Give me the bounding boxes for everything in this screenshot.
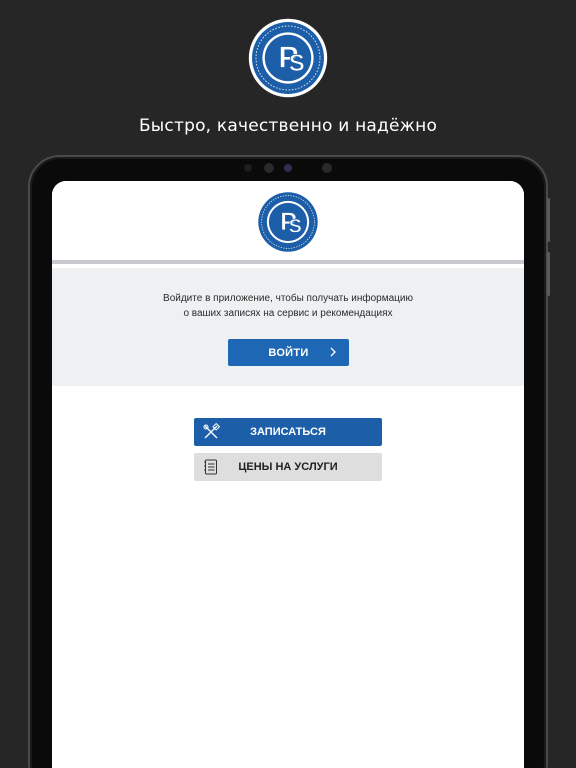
sensor-dot — [322, 163, 332, 173]
promo-tagline: Быстро, качественно и надёжно — [138, 116, 438, 136]
volume-button — [547, 252, 550, 296]
book-service-button[interactable]: ЗАПИСАТЬСЯ — [194, 418, 382, 446]
app-logo: P S — [255, 189, 321, 255]
chevron-right-icon — [330, 347, 336, 357]
svg-text:S: S — [289, 50, 305, 77]
svg-text:S: S — [289, 216, 302, 238]
service-prices-button[interactable]: ЦЕНЫ НА УСЛУГИ — [194, 453, 382, 481]
login-prompt-line: Войдите в приложение, чтобы получать инф… — [163, 293, 413, 304]
login-button[interactable]: ВОЙТИ — [228, 339, 349, 366]
book-service-label: ЗАПИСАТЬСЯ — [250, 426, 326, 438]
app-header: P S — [52, 181, 524, 264]
login-button-label: ВОЙТИ — [268, 346, 309, 359]
front-camera — [284, 164, 292, 172]
tools-icon — [203, 423, 220, 439]
login-panel: Войдите в приложение, чтобы получать инф… — [52, 268, 524, 386]
app-screen: P S Войдите в приложение, чтобы получать… — [52, 181, 524, 768]
ps-emblem-icon: P S — [248, 18, 328, 98]
sensor-dot — [244, 164, 252, 172]
brand-logo: P S — [248, 18, 328, 98]
ps-emblem-icon: P S — [255, 189, 321, 255]
price-list-icon — [204, 459, 217, 475]
service-prices-label: ЦЕНЫ НА УСЛУГИ — [238, 461, 338, 473]
login-prompt: Войдите в приложение, чтобы получать инф… — [52, 291, 524, 321]
volume-button — [547, 198, 550, 242]
sensor-dot — [264, 163, 274, 173]
login-prompt-line: о ваших записях на сервис и рекомендация… — [183, 308, 393, 319]
